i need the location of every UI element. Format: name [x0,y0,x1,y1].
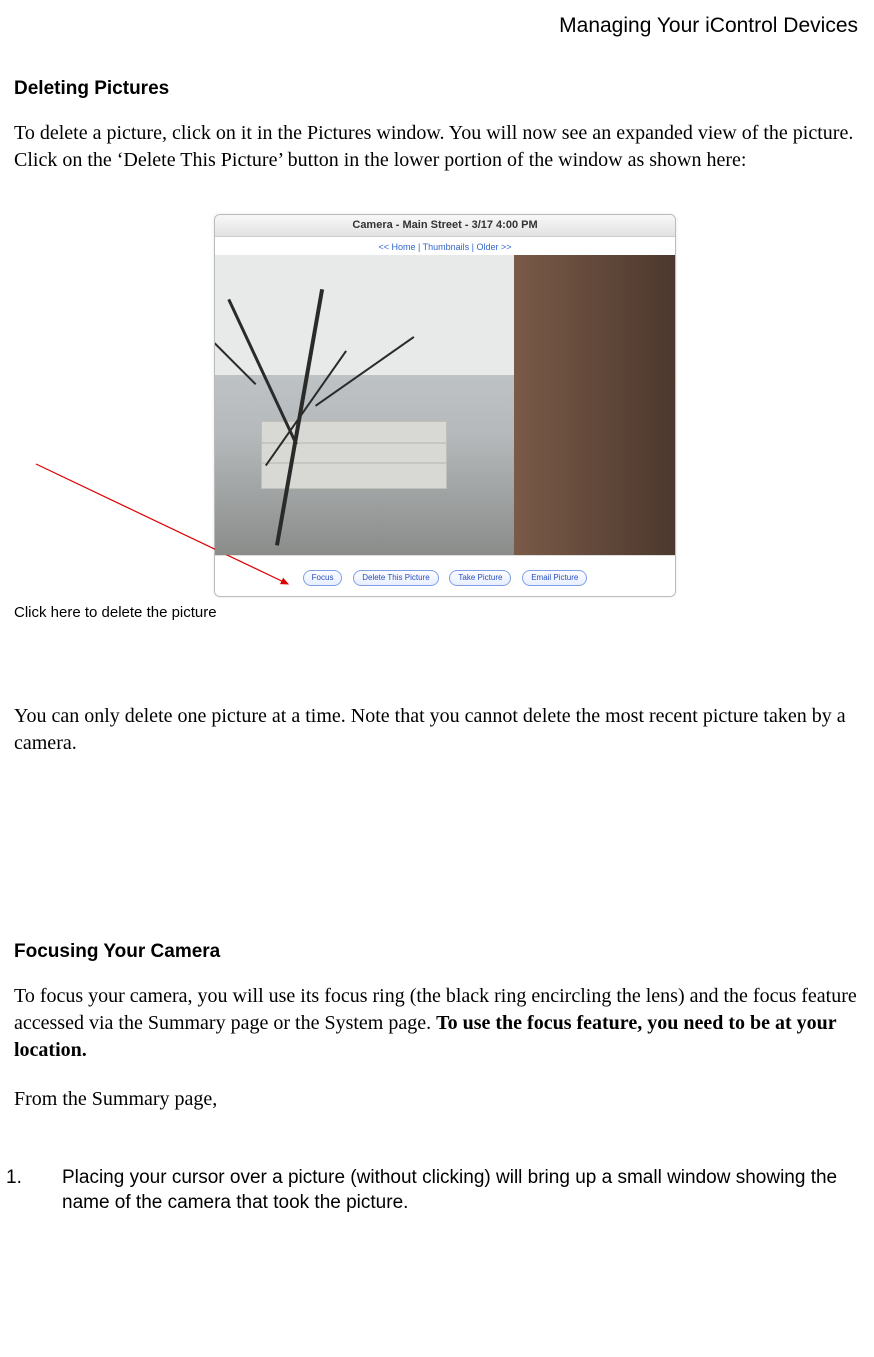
list-item-1: 1.Placing your cursor over a picture (wi… [62,1165,842,1216]
take-picture-button[interactable]: Take Picture [449,570,511,586]
nav-links[interactable]: << Home | Thumbnails | Older >> [215,237,675,255]
window-titlebar: Camera - Main Street - 3/17 4:00 PM [215,215,675,237]
figure-caption: Click here to delete the picture [14,603,862,623]
section-heading-focusing: Focusing Your Camera [14,939,862,965]
picture-action-bar: Focus Delete This Picture Take Picture E… [215,555,675,596]
picture-viewer-window: Camera - Main Street - 3/17 4:00 PM << H… [214,214,676,597]
email-picture-button[interactable]: Email Picture [522,570,587,586]
para-from-summary: From the Summary page, [14,1086,862,1113]
para-delete-intro: To delete a picture, click on it in the … [14,120,862,174]
page-header: Managing Your iControl Devices [14,12,858,40]
section-heading-deleting: Deleting Pictures [14,76,862,102]
focus-button[interactable]: Focus [303,570,343,586]
list-item-1-number: 1. [34,1165,62,1191]
figure-delete-picture: Camera - Main Street - 3/17 4:00 PM << H… [14,214,862,623]
delete-this-picture-button[interactable]: Delete This Picture [353,570,438,586]
para-focus-intro: To focus your camera, you will use its f… [14,983,862,1064]
camera-photo [215,255,675,555]
para-delete-note: You can only delete one picture at a tim… [14,703,862,757]
list-item-1-text: Placing your cursor over a picture (with… [62,1167,837,1214]
